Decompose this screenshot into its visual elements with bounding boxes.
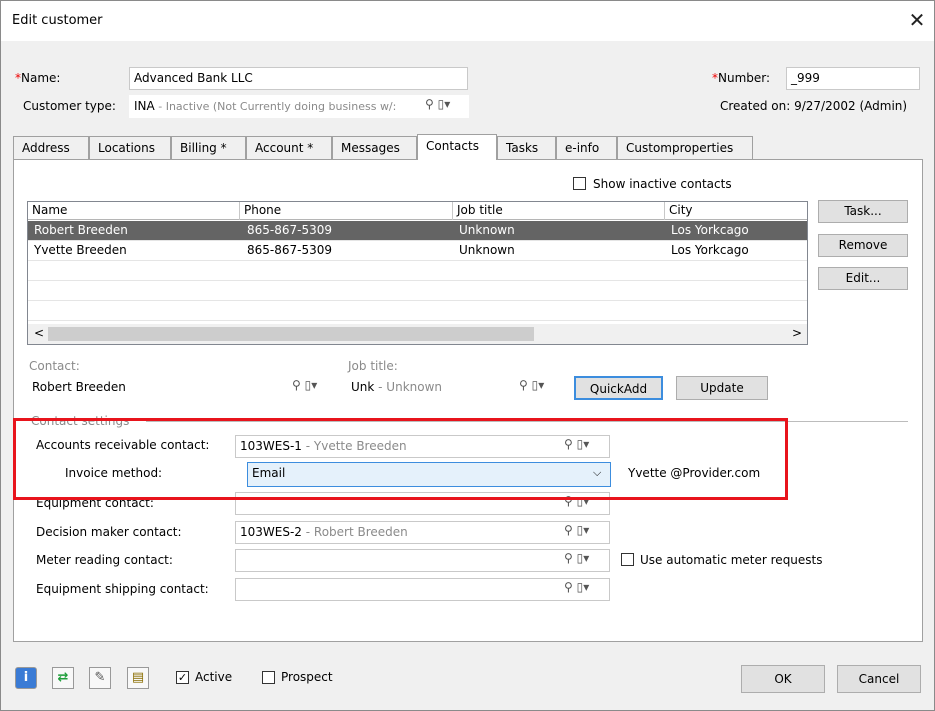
title-bar: Edit customer ✕ <box>1 1 934 41</box>
decision-maker-field[interactable]: 103WES-2 - Robert Breeden <box>235 521 610 544</box>
active-label: Active <box>195 670 233 684</box>
horizontal-scrollbar[interactable]: < > <box>28 324 807 344</box>
update-button[interactable]: Update <box>676 376 768 400</box>
active-checkbox[interactable]: ✓ <box>176 671 189 684</box>
created-on-text: Created on: 9/27/2002 (Admin) <box>720 99 908 113</box>
meter-reading-label: Meter reading contact: <box>36 553 173 567</box>
customer-type-field[interactable]: INA - Inactive (Not Currently doing busi… <box>129 95 469 118</box>
show-inactive-checkbox[interactable] <box>573 177 586 190</box>
tab-messages[interactable]: Messages <box>332 136 417 159</box>
name-label: *Name: <box>15 71 61 85</box>
tab-locations[interactable]: Locations <box>89 136 171 159</box>
task-button[interactable]: Task... <box>818 200 908 223</box>
contact-lookup-icon[interactable]: ⚲ ▯▾ <box>292 378 317 392</box>
customer-type-label: Customer type: <box>23 99 116 113</box>
tab-account[interactable]: Account * <box>246 136 332 159</box>
number-label: *Number: <box>712 71 771 85</box>
edit-button[interactable]: Edit... <box>818 267 908 290</box>
close-icon[interactable]: ✕ <box>905 7 929 33</box>
table-row-empty <box>28 281 807 301</box>
shipping-contact-label: Equipment shipping contact: <box>36 582 209 596</box>
table-row-empty <box>28 301 807 321</box>
notes-icon[interactable]: ▤ <box>127 667 149 689</box>
tab-address[interactable]: Address <box>13 136 89 159</box>
tab-billing[interactable]: Billing * <box>171 136 246 159</box>
number-field[interactable]: _999 <box>786 67 920 90</box>
auto-meter-checkbox[interactable] <box>621 553 634 566</box>
prospect-checkbox[interactable] <box>262 671 275 684</box>
tab-tasks[interactable]: Tasks <box>497 136 556 159</box>
cancel-button[interactable]: Cancel <box>837 665 921 693</box>
column-header-city[interactable]: City <box>665 202 807 220</box>
show-inactive-label: Show inactive contacts <box>593 177 732 191</box>
tab-contacts[interactable]: Contacts <box>417 134 497 160</box>
prospect-label: Prospect <box>281 670 333 684</box>
job-title-label: Job title: <box>348 359 398 373</box>
job-title-lookup-icon[interactable]: ⚲ ▯▾ <box>519 378 544 392</box>
shipping-contact-lookup-icon[interactable]: ⚲ ▯▾ <box>564 580 589 594</box>
attachment-icon[interactable]: ✎ <box>89 667 111 689</box>
table-row-empty <box>28 261 807 281</box>
column-header-job-title[interactable]: Job title <box>453 202 665 220</box>
remove-button[interactable]: Remove <box>818 234 908 257</box>
scroll-left-icon[interactable]: < <box>34 326 44 340</box>
auto-meter-label: Use automatic meter requests <box>640 553 823 567</box>
tab-e-info[interactable]: e-info <box>556 136 617 159</box>
ok-button[interactable]: OK <box>741 665 825 693</box>
contact-field[interactable]: Robert Breeden <box>27 376 337 399</box>
meter-reading-lookup-icon[interactable]: ⚲ ▯▾ <box>564 551 589 565</box>
contacts-table[interactable]: Name Phone Job title City Robert Breeden… <box>27 201 808 345</box>
name-field[interactable]: Advanced Bank LLC <box>129 67 468 90</box>
contact-label: Contact: <box>29 359 80 373</box>
scrollbar-thumb[interactable] <box>48 327 534 341</box>
sync-arrows-icon[interactable]: ⇄ <box>52 667 74 689</box>
column-header-phone[interactable]: Phone <box>240 202 453 220</box>
table-row[interactable]: Robert Breeden 865-867-5309 Unknown Los … <box>28 221 807 241</box>
dialog-title: Edit customer <box>12 13 103 28</box>
decision-maker-lookup-icon[interactable]: ⚲ ▯▾ <box>564 523 589 537</box>
tab-customproperties[interactable]: Customproperties <box>617 136 753 159</box>
highlight-box <box>13 418 788 500</box>
decision-maker-label: Decision maker contact: <box>36 525 182 539</box>
quickadd-button[interactable]: QuickAdd <box>574 376 663 400</box>
edit-customer-dialog: Edit customer ✕ *Name: Advanced Bank LLC… <box>0 0 935 711</box>
table-row[interactable]: Yvette Breeden 865-867-5309 Unknown Los … <box>28 241 807 261</box>
table-header: Name Phone Job title City <box>28 202 807 220</box>
shipping-contact-field[interactable] <box>235 578 610 601</box>
meter-reading-field[interactable] <box>235 549 610 572</box>
customer-type-lookup-icon[interactable]: ⚲ ▯▾ <box>425 97 450 111</box>
scroll-right-icon[interactable]: > <box>792 326 802 340</box>
info-icon[interactable]: i <box>15 667 37 689</box>
column-header-name[interactable]: Name <box>28 202 240 220</box>
